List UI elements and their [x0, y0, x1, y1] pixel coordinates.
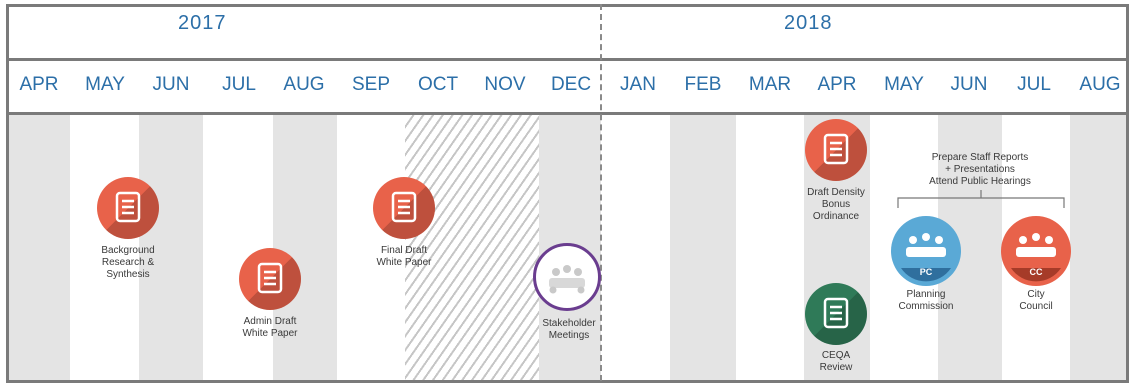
month-row-divider	[6, 112, 1129, 115]
bracket	[897, 190, 1065, 208]
month-column	[8, 115, 70, 381]
month-column	[670, 115, 736, 381]
year-label-2018: 2018	[784, 12, 833, 34]
frame-right	[1126, 4, 1129, 383]
month-label: JUN	[152, 74, 190, 95]
month-label: AUG	[283, 74, 325, 95]
month-label: JUL	[222, 74, 256, 95]
milestone-label-draft-density: Draft Density Bonus Ordinance	[807, 187, 865, 222]
frame-top	[6, 4, 1129, 7]
frame-left	[6, 4, 9, 383]
pc-badge: PC	[919, 267, 933, 277]
milestone-label-admin-draft: Admin Draft White Paper	[242, 316, 298, 339]
document-icon	[373, 177, 435, 239]
year-row-divider	[6, 58, 1129, 61]
milestone-label-stakeholder-meetings: Stakeholder Meetings	[542, 318, 596, 341]
month-column	[1070, 115, 1127, 381]
month-label: SEP	[351, 74, 391, 95]
month-label: JUL	[1017, 74, 1051, 95]
meeting-table-icon	[533, 243, 601, 311]
milestone-label-planning-commission: Planning Commission	[898, 289, 954, 312]
milestone-label-city-council: City Council	[1019, 289, 1053, 312]
milestone-label-staff-reports: Prepare Staff Reports + Presentations At…	[929, 152, 1031, 187]
month-label: APR	[19, 74, 59, 95]
month-label: NOV	[484, 74, 526, 95]
document-icon	[97, 177, 159, 239]
month-label: MAY	[884, 74, 924, 95]
document-icon	[239, 248, 301, 310]
month-label: JUN	[950, 74, 988, 95]
month-label: APR	[817, 74, 857, 95]
month-label: OCT	[417, 74, 459, 95]
milestone-label-final-draft: Final Draft White Paper	[376, 245, 432, 268]
timeline: 2017 2018 APR MAY JUN JUL AUG SEP OCT NO…	[0, 0, 1147, 385]
month-label: MAR	[748, 74, 792, 95]
month-label: MAY	[85, 74, 125, 95]
document-icon	[805, 119, 867, 181]
milestone-label-background-research: Background Research & Synthesis	[101, 245, 155, 280]
milestone-label-ceqa-review: CEQA Review	[819, 350, 853, 373]
month-label: AUG	[1079, 74, 1121, 95]
document-icon	[805, 283, 867, 345]
year-label-2017: 2017	[178, 12, 227, 34]
month-label: JAN	[620, 74, 656, 95]
frame-bottom	[6, 380, 1129, 383]
month-label: DEC	[550, 74, 592, 95]
cc-badge: CC	[1029, 267, 1043, 277]
month-label: FEB	[684, 74, 722, 95]
